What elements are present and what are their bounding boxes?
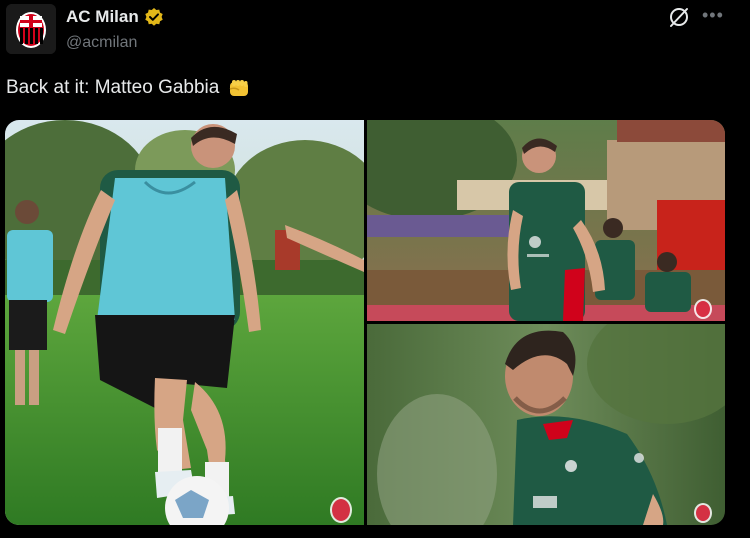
tweet-card: AC Milan @acmilan ••• Back at it: Matteo… <box>0 0 750 538</box>
photo-training-group[interactable] <box>367 120 725 321</box>
tweet-text: Back at it: Matteo Gabbia <box>6 76 251 100</box>
display-name[interactable]: AC Milan <box>66 7 139 27</box>
verified-badge-icon <box>144 7 164 27</box>
avatar[interactable] <box>6 4 56 54</box>
media-grid <box>5 120 725 525</box>
photo-training-ball[interactable] <box>5 120 364 525</box>
name-row: AC Milan <box>66 7 164 27</box>
photo-closeup[interactable] <box>367 324 725 525</box>
ac-milan-crest-icon <box>6 4 56 54</box>
grok-icon[interactable] <box>668 6 690 28</box>
fist-emoji-icon <box>227 76 251 100</box>
more-options-icon[interactable]: ••• <box>702 6 724 24</box>
tweet-text-body: Back at it: Matteo Gabbia <box>6 77 220 98</box>
account-handle[interactable]: @acmilan <box>66 34 137 52</box>
